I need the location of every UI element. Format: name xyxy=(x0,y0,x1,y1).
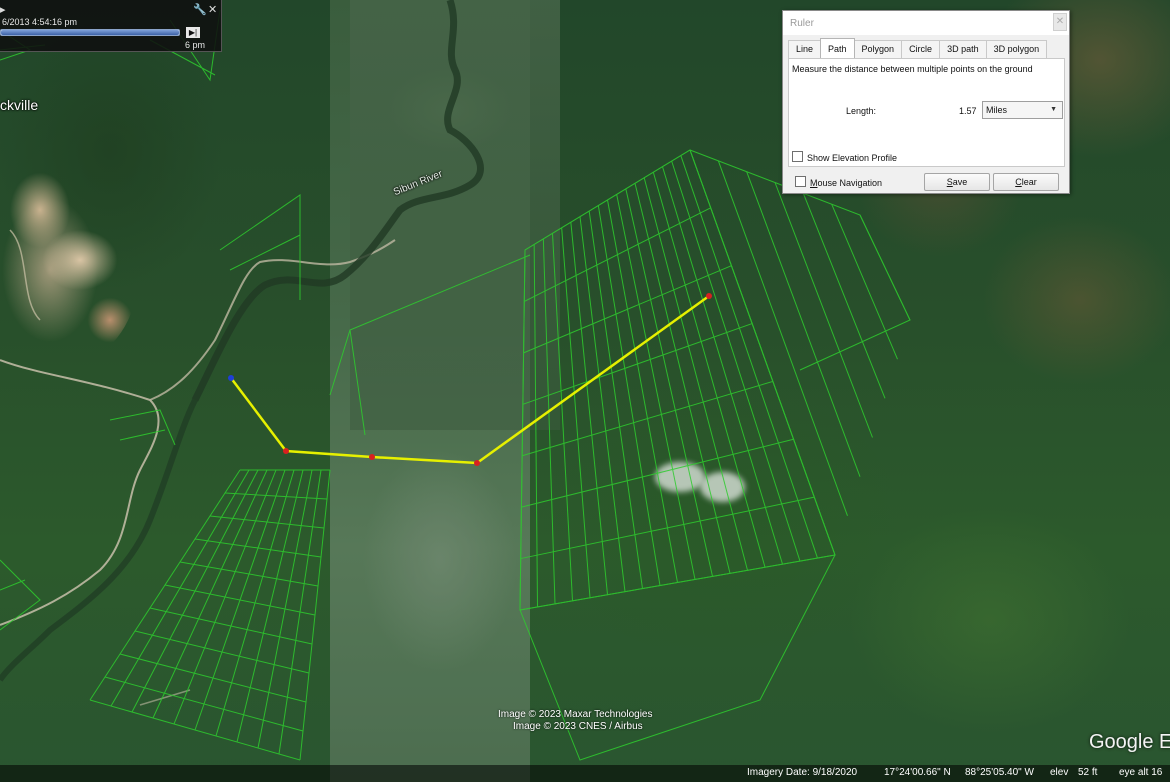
parcel-line xyxy=(522,323,753,405)
mouse-navigation-checkbox[interactable] xyxy=(795,176,806,187)
parcel-line xyxy=(802,193,886,399)
show-elevation-label[interactable]: Show Elevation Profile xyxy=(807,153,897,163)
measurement-path xyxy=(228,293,712,466)
eye-alt-readout: eye alt 16 xyxy=(1119,767,1163,778)
path-vertex[interactable] xyxy=(283,448,289,454)
time-prev-icon[interactable]: ▸ xyxy=(0,3,6,16)
mouse-navigation-label[interactable]: Mouse Navigation xyxy=(810,178,882,188)
road xyxy=(0,359,160,626)
elev-value: 52 ft xyxy=(1078,767,1098,778)
ruler-title: Ruler xyxy=(790,18,814,29)
time-stamp: 6/2013 4:54:16 pm xyxy=(2,17,78,27)
parcel-line xyxy=(533,244,538,607)
path-vertex[interactable] xyxy=(369,454,375,460)
tab-circle[interactable]: Circle xyxy=(901,40,941,58)
parcel-line xyxy=(570,222,608,595)
elev-label: elev xyxy=(1050,767,1069,778)
ruler-dialog: Ruler ✕ Line Path Polygon Circle 3D path… xyxy=(782,10,1070,194)
parcel-line xyxy=(652,172,766,568)
parcel-line xyxy=(717,160,848,517)
parcel-line xyxy=(236,469,304,743)
parcel-outline xyxy=(519,149,836,611)
time-end-label: 6 pm xyxy=(185,40,206,50)
unit-select-value: Miles xyxy=(986,105,1008,115)
parcel-line xyxy=(524,207,711,302)
imagery-date: Imagery Date: 9/18/2020 xyxy=(747,767,858,778)
tab-path[interactable]: Path xyxy=(820,38,855,58)
tab-3d-polygon[interactable]: 3D polygon xyxy=(985,40,1048,58)
parcel-line xyxy=(616,194,696,580)
path-start-point[interactable] xyxy=(228,375,234,381)
status-bar: Imagery Date: 9/18/2020 17°24'00.66" N 8… xyxy=(0,765,1170,782)
town-label: ckville xyxy=(0,97,39,113)
show-elevation-checkbox[interactable] xyxy=(792,151,803,162)
parcel-line xyxy=(607,199,678,583)
tab-3d-path[interactable]: 3D path xyxy=(939,40,987,58)
path-line xyxy=(230,294,710,465)
parcel-line xyxy=(746,171,861,477)
ruler-description: Measure the distance between multiple po… xyxy=(792,64,1033,74)
unit-select[interactable]: Miles ▼ xyxy=(982,101,1063,119)
ruler-titlebar[interactable]: Ruler ✕ xyxy=(783,11,1069,36)
ruler-tabs: Line Path Polygon Circle 3D path 3D poly… xyxy=(788,38,1048,58)
road xyxy=(9,229,41,321)
parcel-line xyxy=(542,238,556,604)
parcel-line xyxy=(173,469,277,725)
ruler-close-icon[interactable]: ✕ xyxy=(1053,13,1067,31)
path-end-point[interactable] xyxy=(706,293,712,299)
path-vertex[interactable] xyxy=(474,460,480,466)
tab-line[interactable]: Line xyxy=(788,40,822,58)
parcel-outline xyxy=(109,409,176,446)
parcel-line xyxy=(680,155,818,559)
parcel-line xyxy=(552,233,573,601)
parcel-line xyxy=(561,227,591,598)
latitude-readout: 17°24'00.66" N xyxy=(884,767,951,778)
parcel-line xyxy=(520,496,815,560)
parcel-line xyxy=(152,469,268,719)
google-earth-logo: Google E xyxy=(1089,731,1170,753)
parcel-line xyxy=(131,469,259,713)
imagery-attribution: Image © 2023 Maxar Technologies Image © … xyxy=(498,709,653,733)
time-slider-track[interactable] xyxy=(0,29,180,36)
chevron-down-icon: ▼ xyxy=(1050,106,1057,113)
parcel-line xyxy=(579,216,626,592)
close-icon[interactable]: ✕ xyxy=(208,3,217,16)
river xyxy=(191,0,484,402)
parcel-line xyxy=(521,438,794,508)
parcel-outline xyxy=(329,254,531,436)
ruler-panel: Measure the distance between multiple po… xyxy=(788,58,1065,167)
parcel-line xyxy=(662,166,783,565)
time-slider-fill xyxy=(1,30,179,35)
parcel-outline xyxy=(0,559,41,631)
parcel-line xyxy=(257,469,313,749)
parcel-line xyxy=(522,380,773,457)
time-slider-widget: ▸ 🔧 ✕ 6/2013 4:54:16 pm ▶| 6 pm xyxy=(0,0,222,52)
parcel-line xyxy=(634,183,731,574)
parcel-line xyxy=(774,182,873,438)
play-end-icon[interactable]: ▶| xyxy=(186,27,200,38)
parcel-line xyxy=(597,205,661,586)
longitude-readout: 88°25'05.40" W xyxy=(965,767,1034,778)
parcel-grid-southwest xyxy=(89,469,331,761)
attribution-line: Image © 2023 Maxar Technologies xyxy=(498,709,653,720)
parcel-line xyxy=(831,203,898,360)
tab-polygon[interactable]: Polygon xyxy=(853,40,903,58)
clear-button[interactable]: Clear xyxy=(993,173,1059,191)
attribution-line: Image © 2023 CNES / Airbus xyxy=(513,721,643,732)
parcel-line xyxy=(278,469,322,755)
length-value: 1.57 xyxy=(959,106,977,116)
length-label: Length: xyxy=(846,106,877,116)
wrench-icon[interactable]: 🔧 xyxy=(193,3,207,16)
save-button[interactable]: Save xyxy=(924,173,990,191)
parcel-line xyxy=(671,160,801,562)
parcel-boundaries xyxy=(0,9,911,761)
parcel-line xyxy=(588,211,643,589)
